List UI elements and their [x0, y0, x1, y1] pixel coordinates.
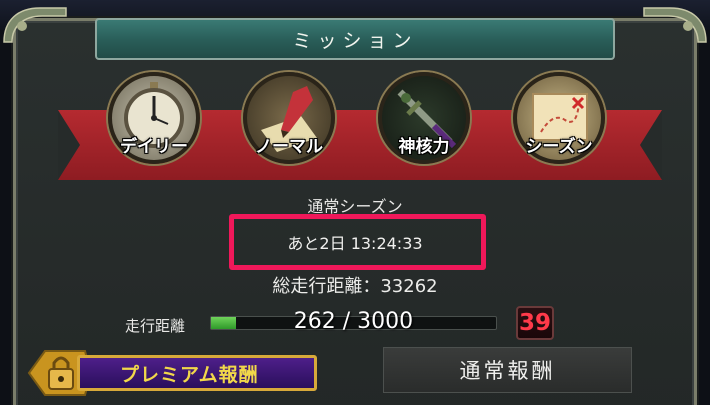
- tab-daily[interactable]: デイリー: [108, 72, 200, 164]
- tab-season-label: シーズン: [525, 137, 593, 157]
- tab-divine-core[interactable]: 神核力: [378, 72, 470, 164]
- corner-ornament-left: [3, 7, 67, 43]
- tab-season[interactable]: シーズン: [513, 72, 605, 164]
- level-badge: 39: [516, 306, 554, 340]
- normal-reward-label: 通常報酬: [459, 359, 556, 383]
- title-banner: ミッション: [95, 18, 615, 60]
- premium-reward-tab[interactable]: プレミアム報酬: [25, 341, 325, 405]
- premium-reward-bar: プレミアム報酬: [77, 355, 317, 391]
- corner-ornament-right: [643, 7, 707, 43]
- page-title: ミッション: [292, 29, 418, 52]
- level-number: 39: [518, 310, 551, 336]
- premium-reward-label: プレミアム報酬: [120, 363, 259, 386]
- distance-progress-text: 262 / 3000: [293, 309, 414, 334]
- total-distance: 総走行距離：33262: [272, 276, 438, 297]
- tab-normal[interactable]: ノーマル: [243, 72, 335, 164]
- distance-label: 走行距離: [125, 317, 186, 335]
- tab-daily-label: デイリー: [120, 137, 188, 157]
- season-timer: あと2日 13:24:33: [287, 234, 423, 253]
- tab-normal-label: ノーマル: [255, 137, 323, 157]
- tab-divine-core-label: 神核力: [398, 137, 450, 157]
- normal-reward-tab[interactable]: 通常報酬: [383, 347, 632, 393]
